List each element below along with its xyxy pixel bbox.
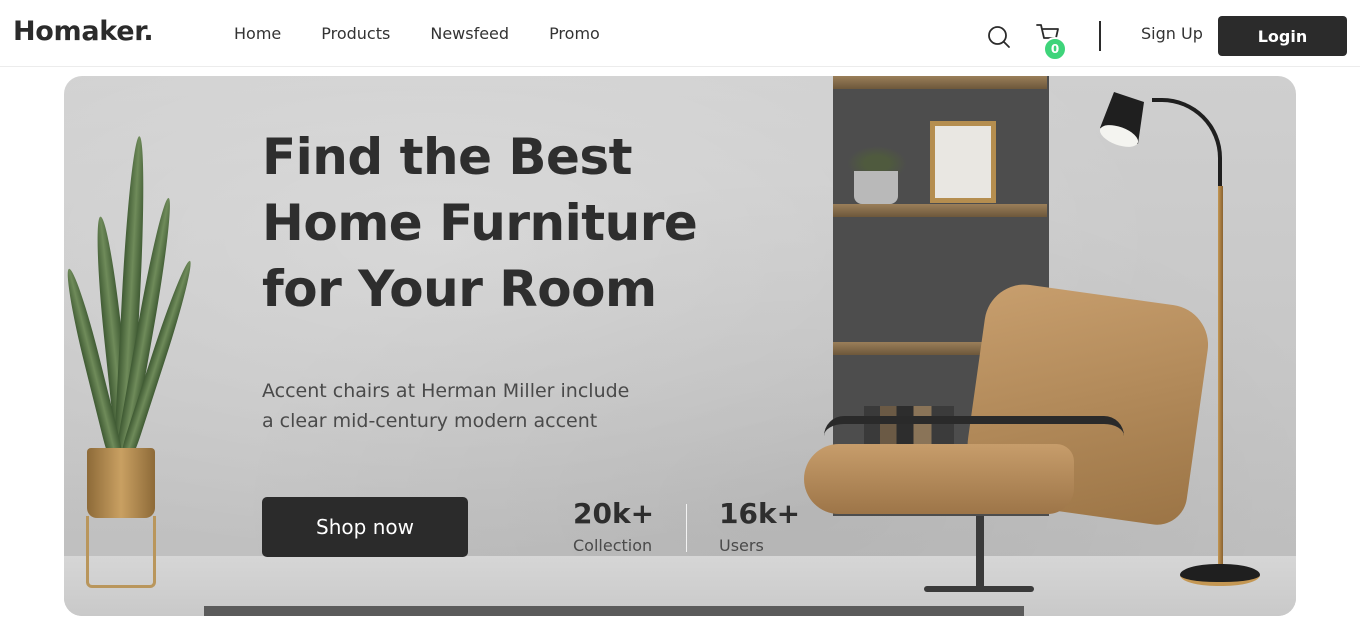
chair-armrest xyxy=(824,416,1124,436)
stat-value: 16k+ xyxy=(719,497,801,530)
rug xyxy=(204,606,1024,616)
hero-title-line: Find the Best xyxy=(262,128,633,186)
hero-subtitle: Accent chairs at Herman Miller include a… xyxy=(262,376,702,436)
hero-title-line: Home Furniture xyxy=(262,194,698,252)
plant-stand xyxy=(86,516,156,588)
search-icon[interactable] xyxy=(987,25,1011,49)
hero-subtitle-line: Accent chairs at Herman Miller include xyxy=(262,380,630,402)
lamp-pole xyxy=(1218,186,1223,576)
plant-pot xyxy=(87,448,155,518)
chair-stem xyxy=(976,516,984,586)
login-button[interactable]: Login xyxy=(1218,16,1347,56)
chair-foot xyxy=(924,586,1034,592)
nav-link-promo[interactable]: Promo xyxy=(549,24,600,43)
shelf-upper xyxy=(833,204,1047,217)
hero-title-line: for Your Room xyxy=(262,260,657,318)
hero-subtitle-line: a clear mid-century modern accent xyxy=(262,410,598,432)
nav-divider xyxy=(1099,21,1101,51)
lamp-shade xyxy=(1099,92,1144,147)
lamp-base xyxy=(1180,564,1260,586)
stat-divider xyxy=(686,504,687,552)
shop-now-button[interactable]: Shop now xyxy=(262,497,468,557)
signup-link[interactable]: Sign Up xyxy=(1141,24,1203,43)
stat-label: Collection xyxy=(573,536,653,555)
stat-users: 16k+ Users xyxy=(719,496,800,555)
shelf-top xyxy=(833,76,1047,89)
nav-link-products[interactable]: Products xyxy=(321,24,390,43)
stat-collection: 20k+ Collection xyxy=(573,496,654,555)
stat-label: Users xyxy=(719,536,764,555)
hero-title: Find the Best Home Furniture for Your Ro… xyxy=(262,124,782,322)
top-navbar: Homaker. Home Products Newsfeed Promo 0 … xyxy=(0,0,1360,67)
picture-frame xyxy=(930,121,996,203)
brand-logo[interactable]: Homaker. xyxy=(13,16,154,47)
nav-link-home[interactable]: Home xyxy=(234,24,281,43)
chair-seat xyxy=(804,444,1074,514)
nav-link-newsfeed[interactable]: Newsfeed xyxy=(430,24,509,43)
hero-banner: Find the Best Home Furniture for Your Ro… xyxy=(64,76,1296,616)
small-plant-pot xyxy=(854,171,898,204)
cart-count-badge: 0 xyxy=(1043,37,1067,61)
stat-value: 20k+ xyxy=(573,497,655,530)
main-nav: Home Products Newsfeed Promo xyxy=(234,24,640,43)
